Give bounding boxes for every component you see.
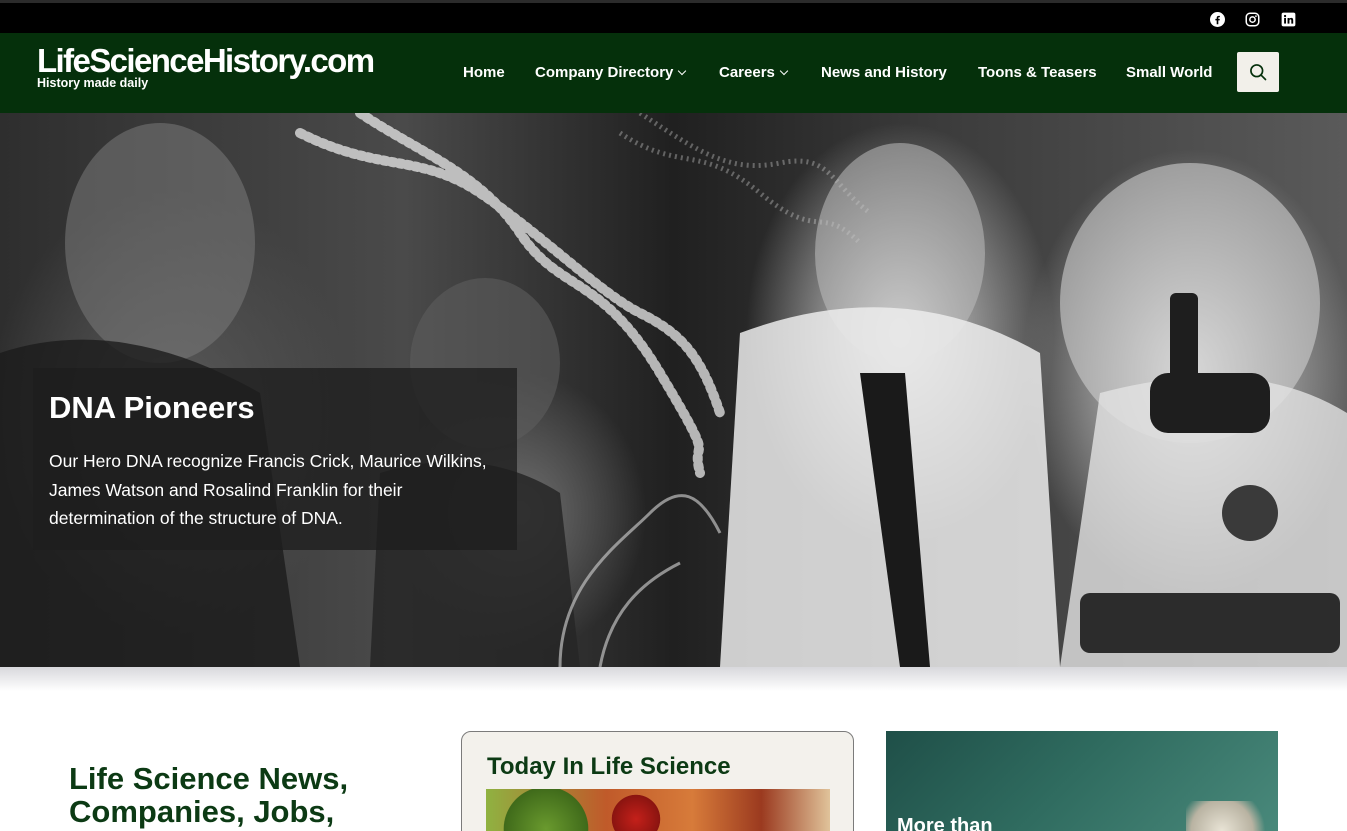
- nav-item-company-directory[interactable]: Company Directory: [535, 63, 687, 83]
- today-card-title: Today In Life Science: [487, 753, 731, 780]
- hero-divider-shadow: [0, 667, 1347, 691]
- site-logo[interactable]: LifeScienceHistory.com History made dail…: [37, 42, 375, 91]
- promo-text: More than: [897, 815, 993, 831]
- nav-item-label: Home: [463, 64, 505, 81]
- social-topbar: [0, 0, 1347, 33]
- instagram-icon[interactable]: [1244, 11, 1260, 27]
- nav-item-careers[interactable]: Careers: [719, 63, 789, 83]
- nav-item-label: News and History: [821, 64, 947, 81]
- nav-item-toons-and-teasers[interactable]: Toons & Teasers: [978, 63, 1097, 83]
- today-card-image[interactable]: [486, 789, 830, 831]
- hero-banner: DNA Pioneers Our Hero DNA recognize Fran…: [0, 113, 1347, 667]
- nav-item-label: Careers: [719, 64, 775, 81]
- nav-item-label: Company Directory: [535, 64, 674, 81]
- promo-banner[interactable]: More than: [886, 731, 1278, 831]
- section-heading: Life Science News, Companies, Jobs,: [69, 761, 349, 829]
- search-icon: [1250, 64, 1267, 81]
- nav-item-small-world[interactable]: Small World: [1126, 63, 1212, 83]
- today-in-life-science-card[interactable]: Today In Life Science: [461, 731, 854, 831]
- nav-item-label: Toons & Teasers: [978, 64, 1097, 81]
- nav-item-home[interactable]: Home: [463, 63, 505, 83]
- hero-description: Our Hero DNA recognize Francis Crick, Ma…: [49, 451, 487, 528]
- nav-item-news-and-history[interactable]: News and History: [821, 63, 947, 83]
- promo-graphic: [1186, 801, 1276, 831]
- facebook-icon[interactable]: [1209, 11, 1225, 27]
- logo-title: LifeScienceHistory.com: [37, 42, 375, 79]
- chevron-down-icon: [779, 66, 789, 76]
- nav-item-label: Small World: [1126, 64, 1213, 81]
- site-header: LifeScienceHistory.com History made dail…: [0, 33, 1347, 113]
- hero-title: DNA Pioneers: [49, 390, 255, 425]
- hero-caption-card: DNA Pioneers Our Hero DNA recognize Fran…: [33, 368, 517, 550]
- linkedin-icon[interactable]: [1280, 11, 1296, 27]
- search-button[interactable]: [1237, 52, 1279, 92]
- chevron-down-icon: [678, 66, 687, 76]
